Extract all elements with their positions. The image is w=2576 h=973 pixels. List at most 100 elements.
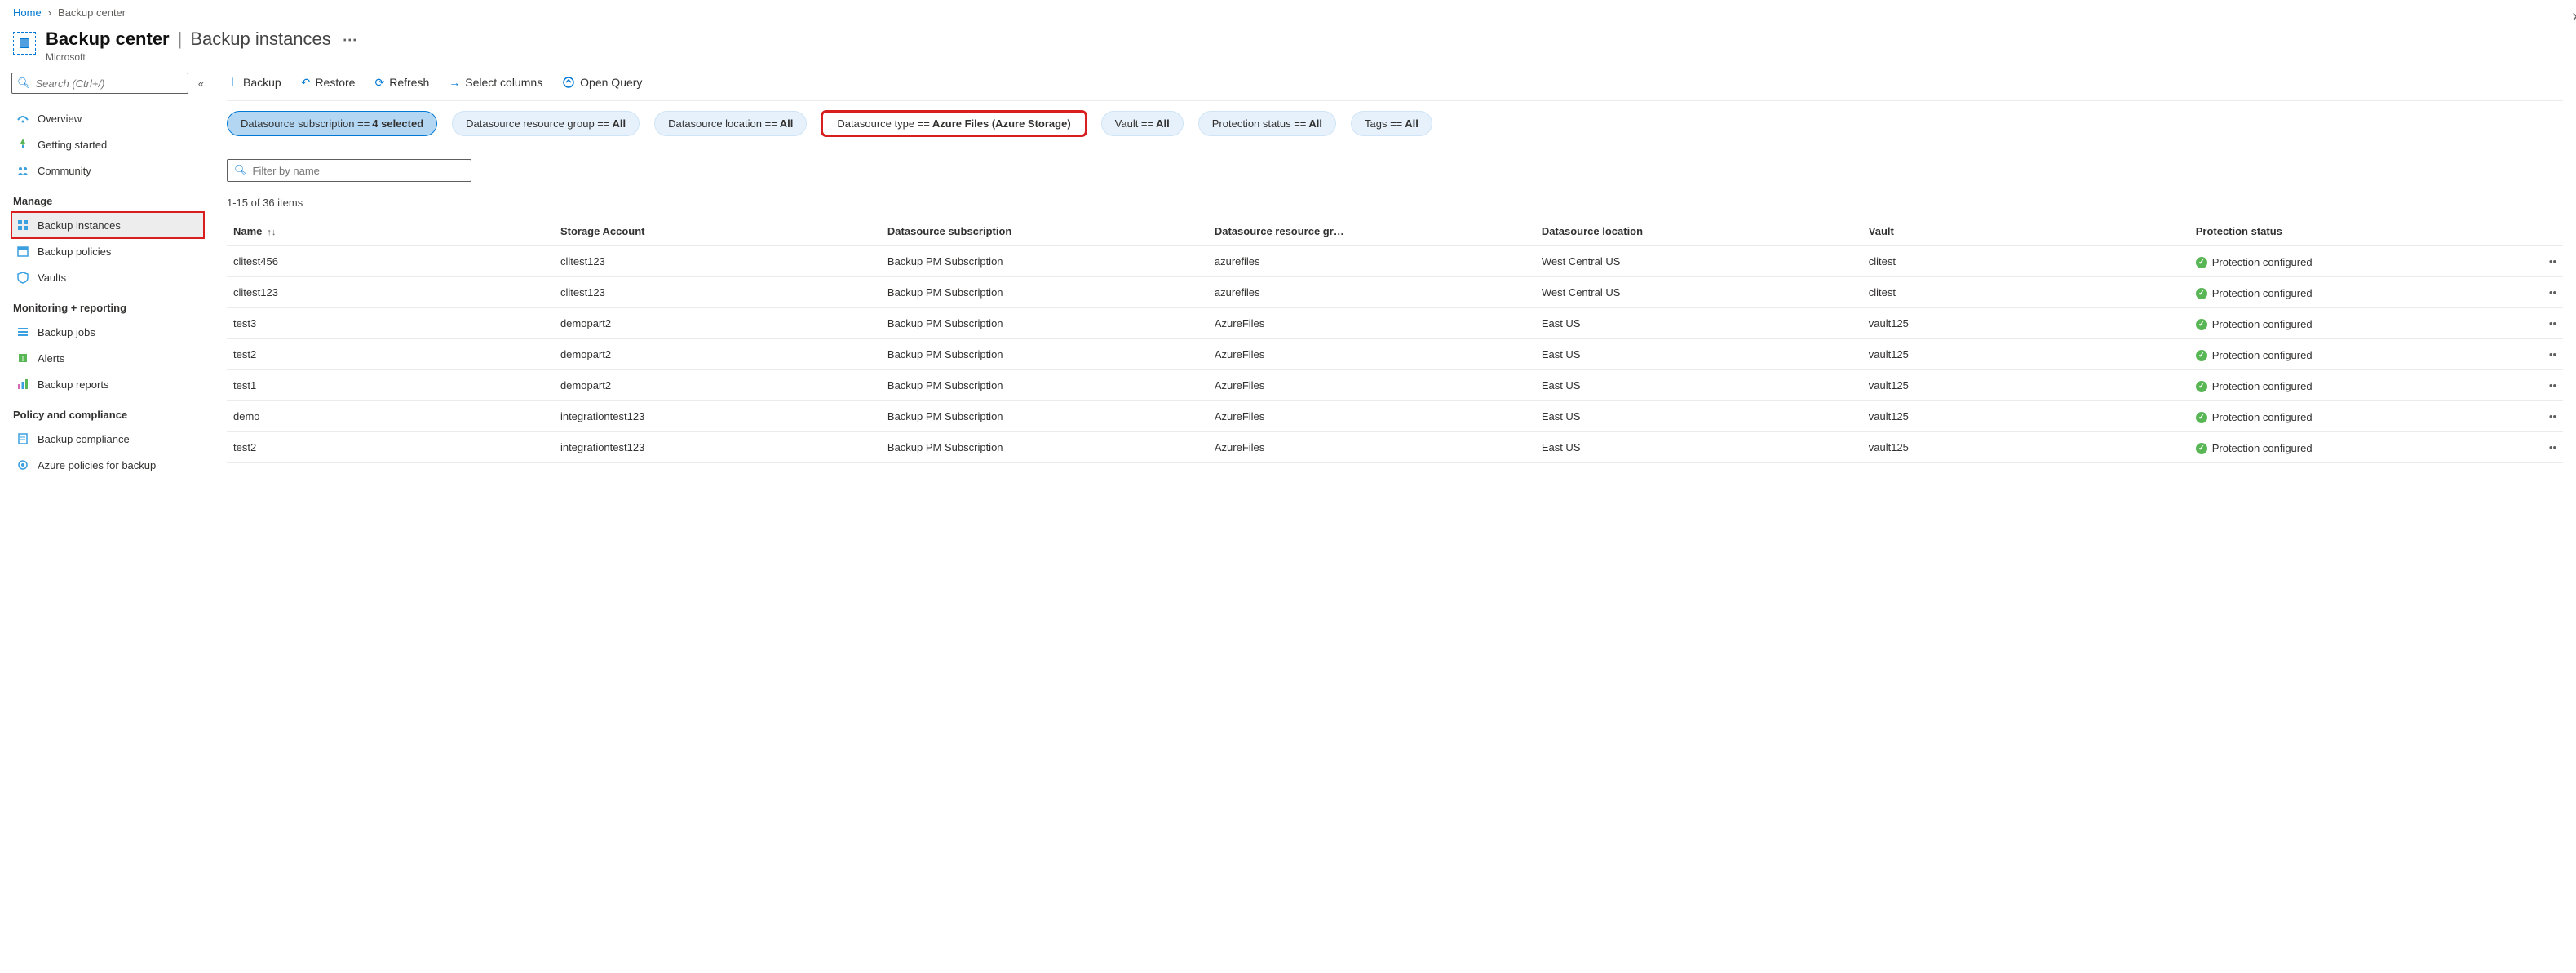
breadcrumb-home[interactable]: Home bbox=[13, 7, 42, 19]
sidebar-item-backup-reports[interactable]: Backup reports bbox=[11, 371, 204, 397]
sidebar-item-label: Backup jobs bbox=[38, 326, 95, 338]
instances-table: Name↑↓ Storage Account Datasource subscr… bbox=[227, 217, 2563, 463]
plus-icon: ＋ bbox=[227, 74, 238, 91]
sidebar-item-alerts[interactable]: ! Alerts bbox=[11, 345, 204, 371]
table-row[interactable]: test2demopart2Backup PM SubscriptionAzur… bbox=[227, 339, 2563, 370]
filter-by-name[interactable]: 🔍︎ bbox=[227, 159, 471, 182]
doc-icon bbox=[16, 432, 29, 445]
refresh-icon: ⟳ bbox=[374, 76, 384, 90]
sidebar-item-backup-instances[interactable]: Backup instances bbox=[11, 212, 204, 238]
cell-name: clitest123 bbox=[227, 277, 554, 308]
row-menu-button[interactable]: •• bbox=[2516, 277, 2563, 308]
col-rg[interactable]: Datasource resource gr… bbox=[1208, 217, 1535, 246]
cell-rg: AzureFiles bbox=[1208, 401, 1535, 432]
success-icon: ✓ bbox=[2196, 257, 2207, 268]
filter-subscription[interactable]: Datasource subscription == 4 selected bbox=[227, 111, 437, 136]
col-location[interactable]: Datasource location bbox=[1535, 217, 1862, 246]
col-vault[interactable]: Vault bbox=[1862, 217, 2189, 246]
col-status[interactable]: Protection status bbox=[2189, 217, 2516, 246]
sidebar-item-azure-policies-for-backup[interactable]: Azure policies for backup bbox=[11, 452, 204, 478]
sidebar-item-label: Getting started bbox=[38, 139, 107, 151]
col-subscription[interactable]: Datasource subscription bbox=[881, 217, 1208, 246]
alert-icon: ! bbox=[16, 352, 29, 365]
row-menu-button[interactable]: •• bbox=[2516, 246, 2563, 277]
row-menu-button[interactable]: •• bbox=[2516, 432, 2563, 463]
filter-datasource-type[interactable]: Datasource type == Azure Files (Azure St… bbox=[821, 111, 1086, 136]
collapse-sidebar-button[interactable]: « bbox=[198, 77, 204, 90]
filter-vault[interactable]: Vault == All bbox=[1101, 111, 1184, 136]
people-icon bbox=[16, 164, 29, 177]
sidebar-search[interactable]: 🔍︎ bbox=[11, 73, 188, 94]
restore-button[interactable]: ↶ Restore bbox=[301, 76, 356, 90]
col-name[interactable]: Name↑↓ bbox=[227, 217, 554, 246]
cell-vault: vault125 bbox=[1862, 370, 2189, 401]
row-menu-button[interactable]: •• bbox=[2516, 339, 2563, 370]
open-query-button[interactable]: Open Query bbox=[562, 76, 642, 89]
table-row[interactable]: clitest123clitest123Backup PM Subscripti… bbox=[227, 277, 2563, 308]
success-icon: ✓ bbox=[2196, 288, 2207, 299]
sidebar-item-community[interactable]: Community bbox=[11, 157, 204, 184]
backup-button[interactable]: ＋ Backup bbox=[227, 74, 281, 91]
table-row[interactable]: test2integrationtest123Backup PM Subscri… bbox=[227, 432, 2563, 463]
cell-vault: vault125 bbox=[1862, 339, 2189, 370]
select-columns-button[interactable]: → Select columns bbox=[449, 76, 542, 89]
success-icon: ✓ bbox=[2196, 350, 2207, 361]
cell-subscription: Backup PM Subscription bbox=[881, 277, 1208, 308]
table-row[interactable]: test3demopart2Backup PM SubscriptionAzur… bbox=[227, 308, 2563, 339]
cell-storage: clitest123 bbox=[554, 246, 881, 277]
table-row[interactable]: test1demopart2Backup PM SubscriptionAzur… bbox=[227, 370, 2563, 401]
cell-subscription: Backup PM Subscription bbox=[881, 308, 1208, 339]
cell-status: ✓Protection configured bbox=[2189, 246, 2516, 277]
page-subtitle: Backup instances bbox=[190, 29, 330, 50]
sidebar-item-getting-started[interactable]: Getting started bbox=[11, 131, 204, 157]
sidebar-item-vaults[interactable]: Vaults bbox=[11, 264, 204, 290]
resource-icon bbox=[13, 32, 36, 55]
cell-status: ✓Protection configured bbox=[2189, 339, 2516, 370]
cell-location: East US bbox=[1535, 432, 1862, 463]
filter-resource-group[interactable]: Datasource resource group == All bbox=[452, 111, 640, 136]
sidebar-search-input[interactable] bbox=[36, 77, 183, 90]
side-section-manage: Manage bbox=[13, 195, 204, 207]
cell-storage: clitest123 bbox=[554, 277, 881, 308]
col-storage[interactable]: Storage Account bbox=[554, 217, 881, 246]
filter-protection-status[interactable]: Protection status == All bbox=[1198, 111, 1336, 136]
filter-tags[interactable]: Tags == All bbox=[1351, 111, 1432, 136]
breadcrumb-current: Backup center bbox=[58, 7, 126, 19]
row-menu-button[interactable]: •• bbox=[2516, 308, 2563, 339]
svg-text:!: ! bbox=[22, 355, 24, 364]
table-row[interactable]: clitest456clitest123Backup PM Subscripti… bbox=[227, 246, 2563, 277]
chart-icon bbox=[16, 378, 29, 391]
filter-location[interactable]: Datasource location == All bbox=[654, 111, 807, 136]
cell-status: ✓Protection configured bbox=[2189, 432, 2516, 463]
cell-rg: AzureFiles bbox=[1208, 339, 1535, 370]
sidebar-item-backup-policies[interactable]: Backup policies bbox=[11, 238, 204, 264]
cell-location: West Central US bbox=[1535, 277, 1862, 308]
cell-rg: azurefiles bbox=[1208, 246, 1535, 277]
sidebar-item-backup-jobs[interactable]: Backup jobs bbox=[11, 319, 204, 345]
filter-by-name-input[interactable] bbox=[253, 165, 464, 177]
sidebar-item-overview[interactable]: Overview bbox=[11, 105, 204, 131]
cell-name: clitest456 bbox=[227, 246, 554, 277]
cell-status: ✓Protection configured bbox=[2189, 277, 2516, 308]
cell-name: test2 bbox=[227, 339, 554, 370]
row-menu-button[interactable]: •• bbox=[2516, 401, 2563, 432]
table-row[interactable]: demointegrationtest123Backup PM Subscrip… bbox=[227, 401, 2563, 432]
cell-location: East US bbox=[1535, 339, 1862, 370]
cell-subscription: Backup PM Subscription bbox=[881, 432, 1208, 463]
row-menu-button[interactable]: •• bbox=[2516, 370, 2563, 401]
grid-icon bbox=[16, 219, 29, 232]
cell-vault: vault125 bbox=[1862, 432, 2189, 463]
sidebar-item-label: Community bbox=[38, 165, 91, 177]
sidebar-item-backup-compliance[interactable]: Backup compliance bbox=[11, 426, 204, 452]
toolbar: ＋ Backup ↶ Restore ⟳ Refresh → Select co… bbox=[227, 73, 2563, 101]
expand-right-icon[interactable]: › bbox=[2572, 7, 2576, 26]
refresh-button[interactable]: ⟳ Refresh bbox=[374, 76, 429, 90]
sidebar-item-label: Alerts bbox=[38, 352, 64, 365]
more-icon[interactable]: ⋯ bbox=[339, 32, 357, 49]
sidebar-item-label: Vaults bbox=[38, 272, 66, 284]
cell-storage: integrationtest123 bbox=[554, 432, 881, 463]
chevron-right-icon: › bbox=[48, 7, 51, 19]
overview-icon bbox=[16, 112, 29, 125]
cell-rg: AzureFiles bbox=[1208, 308, 1535, 339]
cell-vault: vault125 bbox=[1862, 401, 2189, 432]
